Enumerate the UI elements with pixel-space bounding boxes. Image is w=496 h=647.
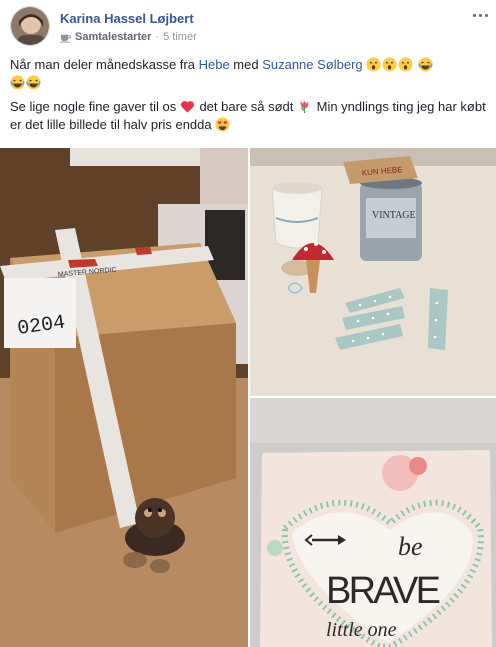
surprised-face-icon: [382, 57, 397, 72]
mention-suzanne[interactable]: Suzanne Sølberg: [262, 57, 362, 72]
meta-separator: ·: [155, 31, 160, 43]
can-label: VINTAGE: [372, 210, 416, 221]
more-icon[interactable]: [470, 8, 490, 22]
sign-word-brave: BRAVE: [326, 570, 441, 612]
post-group[interactable]: Samtalestarter: [75, 31, 151, 43]
sign-word-be: be: [398, 532, 423, 561]
feed-post: Karina Hassel Løjbert Samtalestarter · 5…: [0, 0, 496, 647]
laughing-face-icon: [10, 75, 25, 90]
coffee-cup-icon: [60, 34, 71, 43]
post-paragraph-1: Når man deler månedskasse fra Hebe med S…: [10, 56, 486, 92]
sign-words-little-one: little one: [326, 619, 397, 641]
surprised-face-icon: [366, 57, 381, 72]
post-time[interactable]: 5 timer: [163, 31, 197, 43]
text-segment: Når man deler månedskasse fra: [10, 57, 199, 72]
tulip-icon: [300, 100, 309, 114]
text-segment: med: [229, 57, 263, 72]
text-segment: det bare så sødt: [195, 99, 297, 114]
photo-brave-sign[interactable]: be BRAVE little one: [250, 398, 496, 647]
mention-hebe[interactable]: Hebe: [199, 57, 230, 72]
avatar[interactable]: [10, 6, 50, 46]
post-header: Karina Hassel Løjbert Samtalestarter · 5…: [10, 6, 490, 50]
post-paragraph-2: Se lige nogle fine gaver til os det bare…: [10, 98, 486, 134]
surprised-face-icon: [398, 57, 413, 72]
red-heart-icon: [180, 101, 194, 113]
photo-gifts[interactable]: VINTAGE KUN HEBE: [250, 148, 496, 396]
text-segment: Se lige nogle fine gaver til os: [10, 99, 180, 114]
post-author[interactable]: Karina Hassel Løjbert: [60, 11, 194, 26]
laughing-face-icon: [26, 75, 41, 90]
post-meta: Samtalestarter · 5 timer: [60, 31, 197, 43]
post-text: Når man deler månedskasse fra Hebe med S…: [10, 56, 486, 140]
laughing-face-icon: [418, 57, 433, 72]
photo-grid: 0204 MASTER NORDIC VINTAGE KUN HEBE be B…: [0, 148, 496, 647]
heart-eyes-icon: [215, 117, 230, 132]
photo-box-and-puppy[interactable]: 0204 MASTER NORDIC: [0, 148, 248, 647]
